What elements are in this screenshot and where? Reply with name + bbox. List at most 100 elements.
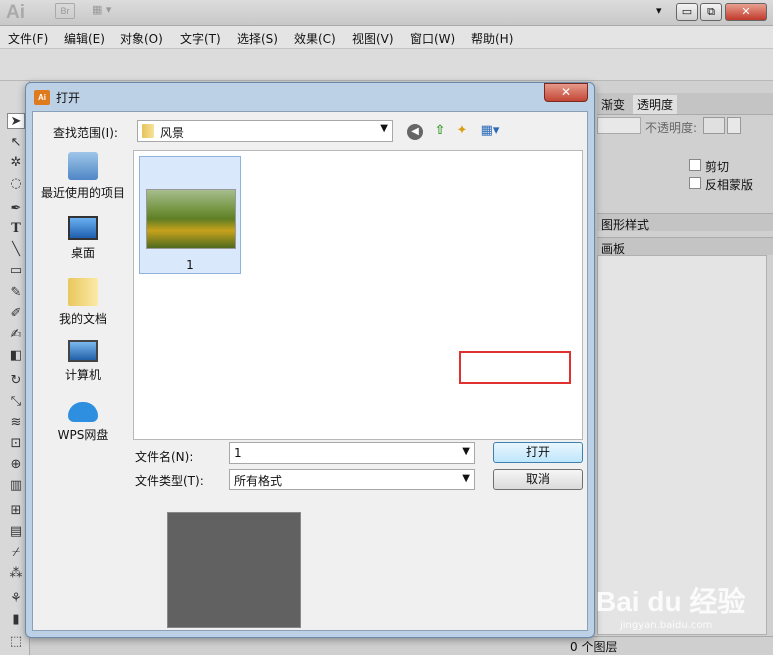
- clip-checkbox[interactable]: [689, 159, 701, 171]
- magic-wand-tool-icon[interactable]: ✲: [7, 155, 25, 171]
- place-wps-cloud[interactable]: WPS网盘: [37, 402, 129, 443]
- paintbrush-tool-icon[interactable]: ✎: [7, 285, 25, 301]
- chevron-down-icon[interactable]: ▼: [380, 123, 388, 134]
- ai-app-icon: Ai: [34, 90, 50, 105]
- line-tool-icon[interactable]: ╲: [7, 242, 25, 258]
- view-menu-icon[interactable]: ▦▾: [477, 122, 503, 140]
- app-title-bar: Ai Br ▦ ▾ ▾ ▭ ⧉ ✕: [0, 0, 773, 26]
- chevron-down-icon[interactable]: ▼: [462, 473, 470, 484]
- menu-edit[interactable]: 编辑(E): [64, 30, 105, 47]
- new-folder-icon[interactable]: ✦: [453, 122, 471, 140]
- preview-pane: [167, 512, 301, 628]
- place-computer[interactable]: 计算机: [37, 340, 129, 383]
- artboard-tool-icon[interactable]: ⬚: [7, 634, 25, 650]
- pen-tool-icon[interactable]: ✒: [7, 201, 25, 217]
- menu-object[interactable]: 对象(O): [120, 30, 163, 47]
- layer-count: 0 个图层: [570, 640, 618, 654]
- menu-type[interactable]: 文字(T): [180, 30, 221, 47]
- file-name-label: 文件名(N):: [135, 450, 194, 464]
- artboards-panel-header: 画板: [597, 237, 773, 256]
- workspace-dropdown-icon[interactable]: ▾: [656, 4, 662, 17]
- opacity-label: 不透明度:: [645, 121, 698, 135]
- file-type-value: 所有格式: [234, 474, 283, 488]
- arrange-documents-button[interactable]: ▦ ▾: [92, 3, 124, 19]
- place-my-documents[interactable]: 我的文档: [37, 278, 129, 327]
- tab-transparency[interactable]: 透明度: [633, 95, 678, 114]
- lasso-tool-icon[interactable]: ◌: [7, 176, 25, 192]
- place-desktop[interactable]: 桌面: [37, 216, 129, 261]
- menu-window[interactable]: 窗口(W): [410, 30, 455, 47]
- place-label: 我的文档: [58, 312, 107, 326]
- tab-gradient[interactable]: 渐变: [601, 96, 625, 113]
- cloud-icon: [68, 402, 98, 422]
- look-in-select[interactable]: 风景 ▼: [137, 120, 393, 142]
- menu-effect[interactable]: 效果(C): [294, 30, 336, 47]
- menu-select[interactable]: 选择(S): [237, 30, 278, 47]
- symbol-sprayer-tool-icon[interactable]: ⚘: [7, 591, 25, 607]
- menu-view[interactable]: 视图(V): [352, 30, 394, 47]
- folder-icon: [142, 124, 154, 138]
- close-window-button[interactable]: ✕: [725, 3, 767, 21]
- file-thumbnail: [146, 189, 236, 249]
- warp-tool-icon[interactable]: ≋: [7, 415, 25, 431]
- computer-icon: [68, 340, 98, 362]
- bridge-button[interactable]: Br: [55, 3, 75, 19]
- blend-mode-select[interactable]: [597, 117, 641, 134]
- file-name-value: 1: [234, 446, 242, 460]
- mesh-tool-icon[interactable]: ⊞: [7, 503, 25, 519]
- invert-mask-checkbox[interactable]: [689, 177, 701, 189]
- file-name-input[interactable]: 1 ▼: [229, 442, 475, 464]
- blob-brush-tool-icon[interactable]: ✍: [7, 327, 25, 343]
- direct-selection-tool-icon[interactable]: ↖: [7, 135, 25, 151]
- back-icon[interactable]: ◀: [407, 124, 423, 140]
- graphic-styles-panel-header: 图形样式: [597, 213, 773, 233]
- file-type-select[interactable]: 所有格式 ▼: [229, 469, 475, 490]
- tab-graphic-styles[interactable]: 图形样式: [601, 216, 649, 233]
- gradient-tool-icon[interactable]: ▤: [7, 524, 25, 540]
- type-tool-icon[interactable]: T: [7, 221, 25, 237]
- minimize-button[interactable]: ▭: [676, 3, 698, 21]
- invert-mask-label: 反相蒙版: [705, 178, 754, 192]
- graph-tool-icon[interactable]: ▥: [7, 478, 25, 494]
- dialog-title: 打开: [56, 91, 81, 105]
- place-label: 最近使用的项目: [40, 186, 125, 200]
- open-button[interactable]: 打开: [493, 442, 583, 463]
- pencil-tool-icon[interactable]: ✐: [7, 306, 25, 322]
- place-recent-items[interactable]: 最近使用的项目: [37, 152, 129, 201]
- shape-builder-tool-icon[interactable]: ⊕: [7, 457, 25, 473]
- blend-tool-icon[interactable]: ⁂: [7, 566, 25, 582]
- up-folder-icon[interactable]: ⇧: [431, 122, 449, 140]
- look-in-value: 风景: [160, 126, 185, 140]
- dialog-close-button[interactable]: ✕: [544, 83, 588, 102]
- file-item[interactable]: 1: [139, 156, 241, 274]
- opacity-input[interactable]: [703, 117, 725, 134]
- watermark-url: jingyan.baidu.com: [620, 620, 713, 631]
- rectangle-tool-icon[interactable]: ▭: [7, 263, 25, 279]
- place-label: WPS网盘: [57, 428, 109, 442]
- place-label: 桌面: [70, 246, 95, 260]
- documents-folder-icon: [68, 278, 98, 306]
- rotate-tool-icon[interactable]: ↻: [7, 373, 25, 389]
- recent-items-icon: [68, 152, 98, 180]
- cancel-button[interactable]: 取消: [493, 469, 583, 490]
- restore-button[interactable]: ⧉: [700, 3, 722, 21]
- menu-help[interactable]: 帮助(H): [471, 30, 513, 47]
- places-bar: 最近使用的项目 桌面 我的文档 计算机 WPS网盘: [37, 152, 129, 460]
- scale-tool-icon[interactable]: ⤡: [7, 394, 25, 410]
- artboard-list[interactable]: [597, 255, 767, 635]
- open-button-highlight: [459, 351, 571, 384]
- file-list[interactable]: 1: [133, 150, 583, 440]
- eraser-tool-icon[interactable]: ◧: [7, 348, 25, 364]
- place-label: 计算机: [64, 368, 101, 382]
- column-graph-tool-icon[interactable]: ▮: [7, 612, 25, 628]
- chevron-down-icon[interactable]: ▼: [462, 446, 470, 457]
- clip-label: 剪切: [705, 160, 730, 174]
- control-bar: [0, 49, 773, 81]
- selection-tool-icon[interactable]: ➤: [7, 113, 25, 129]
- eyedropper-tool-icon[interactable]: ⌿: [7, 545, 25, 561]
- free-transform-tool-icon[interactable]: ⊡: [7, 436, 25, 452]
- file-type-label: 文件类型(T):: [135, 474, 204, 488]
- desktop-icon: [68, 216, 98, 240]
- opacity-stepper[interactable]: [727, 117, 741, 134]
- menu-file[interactable]: 文件(F): [8, 30, 48, 47]
